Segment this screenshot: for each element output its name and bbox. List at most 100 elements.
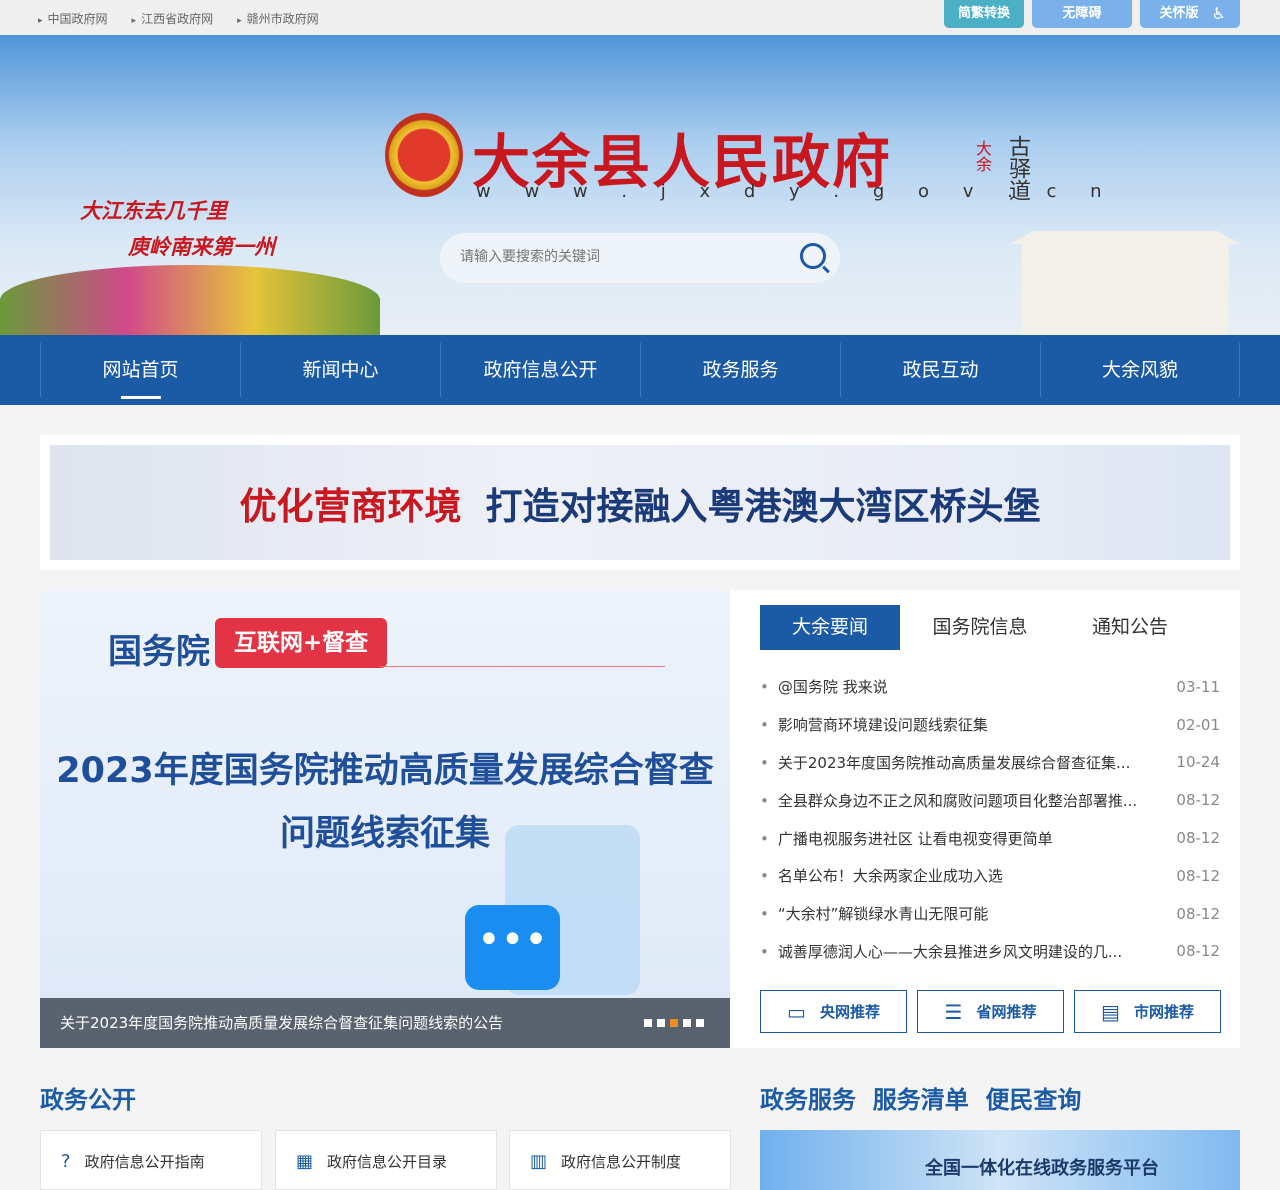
nav-home[interactable]: 网站首页 [40,343,240,399]
slide-tag: 互联网+督查 [215,618,387,668]
news-title[interactable]: 影响营商环境建设问题线索征集 [760,714,988,735]
news-date: 03-11 [1176,677,1220,696]
dot[interactable] [657,1019,665,1027]
nav-scenery[interactable]: 大余风貌 [1040,343,1240,397]
news-date: 08-12 [1176,791,1220,810]
promo-red-text: 优化营商环境 [239,484,462,528]
news-date: 08-12 [1176,829,1220,848]
building-icon: ▦ [296,1151,314,1172]
promo-banner[interactable]: 优化营商环境 打造对接融入粤港澳大湾区桥头堡 [40,435,1240,570]
tab-dayu-news[interactable]: 大余要闻 [760,605,900,650]
nav-gov-info[interactable]: 政府信息公开 [440,343,640,397]
news-item[interactable]: “大余村”解锁绿水青山无限可能 08-12 [760,895,1220,933]
link-gov-cn[interactable]: 中国政府网 [38,10,108,27]
link-ganzhou[interactable]: 赣州市政府网 [237,10,319,27]
elder-mode-label: 关怀版 [1159,6,1199,21]
dot[interactable] [696,1019,704,1027]
news-item[interactable]: 影响营商环境建设问题线索征集 02-01 [760,706,1220,744]
slogan-line-2: 庾岭南来第一州 [128,234,275,259]
tab-state-council[interactable]: 国务院信息 [910,605,1050,650]
search-input[interactable] [460,248,780,264]
link-jiangxi[interactable]: 江西省政府网 [132,10,213,27]
seal-dayu: 大余 [973,140,992,172]
news-title[interactable]: @国务院 我来说 [760,676,888,697]
news-tabs: 大余要闻 国务院信息 通知公告 [760,605,1210,650]
top-bar: 中国政府网 江西省政府网 赣州市政府网 简繁转换 无障碍 关怀版 ♿ [0,0,1280,35]
slide-org: 国务院 [108,632,210,672]
news-item[interactable]: 名单公布！大余两家企业成功入选 08-12 [760,857,1220,895]
news-date: 08-12 [1176,866,1220,885]
card-open-guide-label: 政府信息公开指南 [84,1153,205,1171]
search-icon[interactable] [800,243,826,269]
news-title[interactable]: 诚善厚德润人心——大余县推进乡风文明建设的几... [760,941,1122,962]
news-date: 02-01 [1176,715,1220,734]
city-recommend-button[interactable]: ▤ 市网推荐 [1074,990,1221,1033]
province-recommend-button[interactable]: ☰ 省网推荐 [917,990,1064,1033]
news-title[interactable]: 名单公布！大余两家企业成功入选 [760,865,1003,886]
news-title[interactable]: 关于2023年度国务院推动高质量发展综合督查征集... [760,752,1130,773]
news-item[interactable]: 全县群众身边不正之风和腐败问题项目化整治部署推... 08-12 [760,781,1220,819]
wheelchair-icon: ♿ [1211,4,1226,23]
active-indicator [121,396,161,399]
dot-active[interactable] [670,1019,678,1027]
news-date: 08-12 [1176,942,1220,961]
news-item[interactable]: 广播电视服务进社区 让看电视变得更简单 08-12 [760,819,1220,857]
service-platform-banner[interactable]: 全国一体化在线政务服务平台 [760,1130,1240,1190]
image-icon: ▭ [787,999,806,1024]
nav-home-label: 网站首页 [102,359,179,381]
news-date: 10-24 [1176,753,1220,772]
flower-hill-image [0,265,380,335]
slide-caption-text: 关于2023年度国务院推动高质量发展综合督查征集问题线索的公告 [60,1014,504,1032]
nav-interaction[interactable]: 政民互动 [840,343,1040,397]
seal-gudao: 古驿道 [1005,135,1030,201]
province-recommend-label: 省网推荐 [976,1003,1037,1021]
news-item[interactable]: 诚善厚德润人心——大余县推进乡风文明建设的几... 08-12 [760,933,1220,971]
news-carousel[interactable]: 国务院 互联网+督查 2023年度国务院推动高质量发展综合督查 问题线索征集 •… [40,590,730,1048]
main-nav: 网站首页 新闻中心 政府信息公开 政务服务 政民互动 大余风貌 [0,335,1280,405]
chat-bubble-icon: ••• [465,905,560,990]
clipboard-icon: ▤ [1101,999,1120,1024]
card-open-system-label: 政府信息公开制度 [561,1153,682,1171]
section-convenience[interactable]: 便民查询 [985,1086,1081,1114]
carousel-dots [644,1019,704,1027]
news-title[interactable]: “大余村”解锁绿水青山无限可能 [760,903,989,924]
book-icon: ▥ [530,1151,548,1172]
news-title[interactable]: 全县群众身边不正之风和腐败问题项目化整治部署推... [760,790,1137,811]
central-recommend-label: 央网推荐 [819,1003,880,1021]
slide-divider [380,666,665,667]
section-service-list[interactable]: 服务清单 [873,1086,969,1114]
elder-mode-button[interactable]: 关怀版 ♿ [1140,0,1240,28]
news-date: 08-12 [1176,904,1220,923]
accessibility-button[interactable]: 无障碍 [1032,0,1132,28]
card-open-guide[interactable]: ? 政府信息公开指南 [40,1130,262,1190]
nav-news[interactable]: 新闻中心 [240,343,440,397]
slide-headline-1: 2023年度国务院推动高质量发展综合督查 [56,751,714,791]
national-emblem-icon [385,113,463,197]
card-open-system[interactable]: ▥ 政府信息公开制度 [509,1130,731,1190]
recommend-buttons: ▭ 央网推荐 ☰ 省网推荐 ▤ 市网推荐 [760,990,1221,1033]
section-gov-service[interactable]: 政务服务 [760,1086,856,1114]
tab-notices[interactable]: 通知公告 [1060,605,1200,650]
question-icon: ? [61,1151,71,1172]
header-banner: 大余县人民政府 w w w . j x d y . g o v . c n 大江… [0,35,1280,335]
central-recommend-button[interactable]: ▭ 央网推荐 [760,990,907,1033]
news-panel: 大余要闻 国务院信息 通知公告 @国务院 我来说 03-11 影响营商环境建设问题线… [730,590,1240,1048]
ancient-road-seal: 大余 古驿道 [965,135,1035,235]
dot[interactable] [644,1019,652,1027]
promo-banner-image: 优化营商环境 打造对接融入粤港澳大湾区桥头堡 [50,445,1230,560]
promo-blue-text: 打造对接融入粤港澳大湾区桥头堡 [485,484,1041,528]
external-links: 中国政府网 江西省政府网 赣州市政府网 [38,10,319,27]
news-title[interactable]: 广播电视服务进社区 让看电视变得更简单 [760,828,1053,849]
city-recommend-label: 市网推荐 [1133,1003,1194,1021]
traditional-chinese-button[interactable]: 简繁转换 [944,0,1024,28]
news-item[interactable]: @国务院 我来说 03-11 [760,668,1220,706]
dot[interactable] [683,1019,691,1027]
nav-services[interactable]: 政务服务 [640,343,840,397]
card-open-catalog[interactable]: ▦ 政府信息公开目录 [275,1130,497,1190]
slide-caption[interactable]: 关于2023年度国务院推动高质量发展综合督查征集问题线索的公告 [40,998,730,1048]
card-open-catalog-label: 政府信息公开目录 [327,1153,448,1171]
section-services: 政务服务 服务清单 便民查询 [760,1080,1081,1115]
section-gov-open: 政务公开 [40,1086,136,1114]
document-list-icon: ☰ [944,999,963,1024]
news-item[interactable]: 关于2023年度国务院推动高质量发展综合督查征集... 10-24 [760,744,1220,782]
